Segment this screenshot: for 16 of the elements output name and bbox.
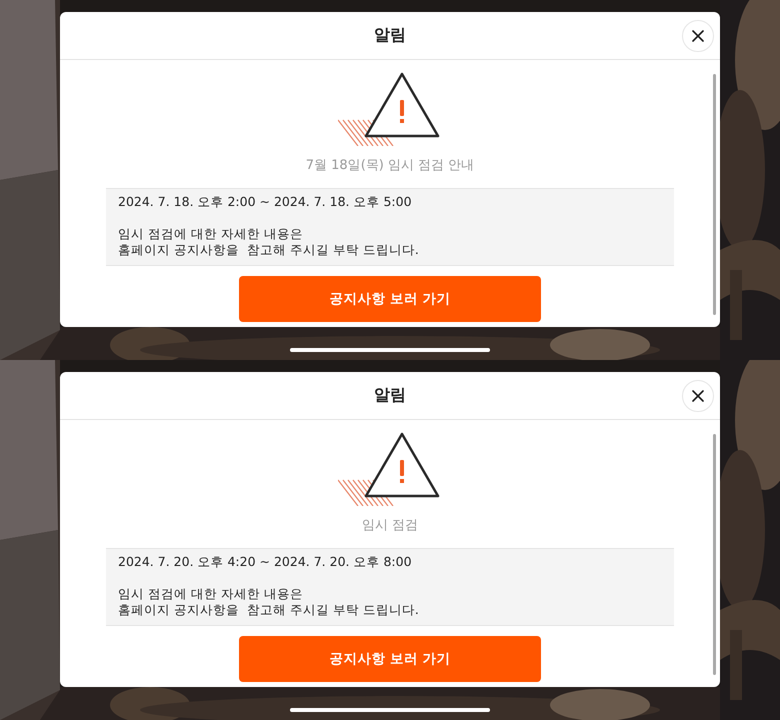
close-button[interactable] bbox=[682, 20, 714, 52]
notice-subtitle: 임시 점검 bbox=[362, 517, 418, 534]
notice-subtitle: 7월 18일(목) 임시 점검 안내 bbox=[306, 157, 474, 174]
warning-icon bbox=[338, 432, 442, 506]
notice-button[interactable]: 공지사항 보러 가기 bbox=[239, 276, 541, 322]
dialog-title: 알림 bbox=[374, 385, 406, 406]
maintenance-period: 2024. 7. 18. 오후 2:00 ~ 2024. 7. 18. 오후 5:00 bbox=[118, 194, 413, 210]
close-button[interactable] bbox=[682, 380, 714, 412]
dialog-title: 알림 bbox=[374, 25, 406, 46]
detail-text: 홈페이지 공지사항을 참고해 주시길 부탁 드립니다. bbox=[118, 242, 420, 258]
maintenance-period: 2024. 7. 20. 오후 4:20 ~ 2024. 7. 20. 오후 8:00 bbox=[118, 554, 413, 570]
detail-text: 임시 점검에 대한 자세한 내용은 bbox=[118, 226, 304, 242]
detail-text: 홈페이지 공지사항을 참고해 주시길 부탁 드립니다. bbox=[118, 602, 420, 618]
warning-icon bbox=[338, 72, 442, 146]
notice-button[interactable]: 공지사항 보러 가기 bbox=[239, 636, 541, 682]
detail-text: 임시 점검에 대한 자세한 내용은 bbox=[118, 586, 304, 602]
